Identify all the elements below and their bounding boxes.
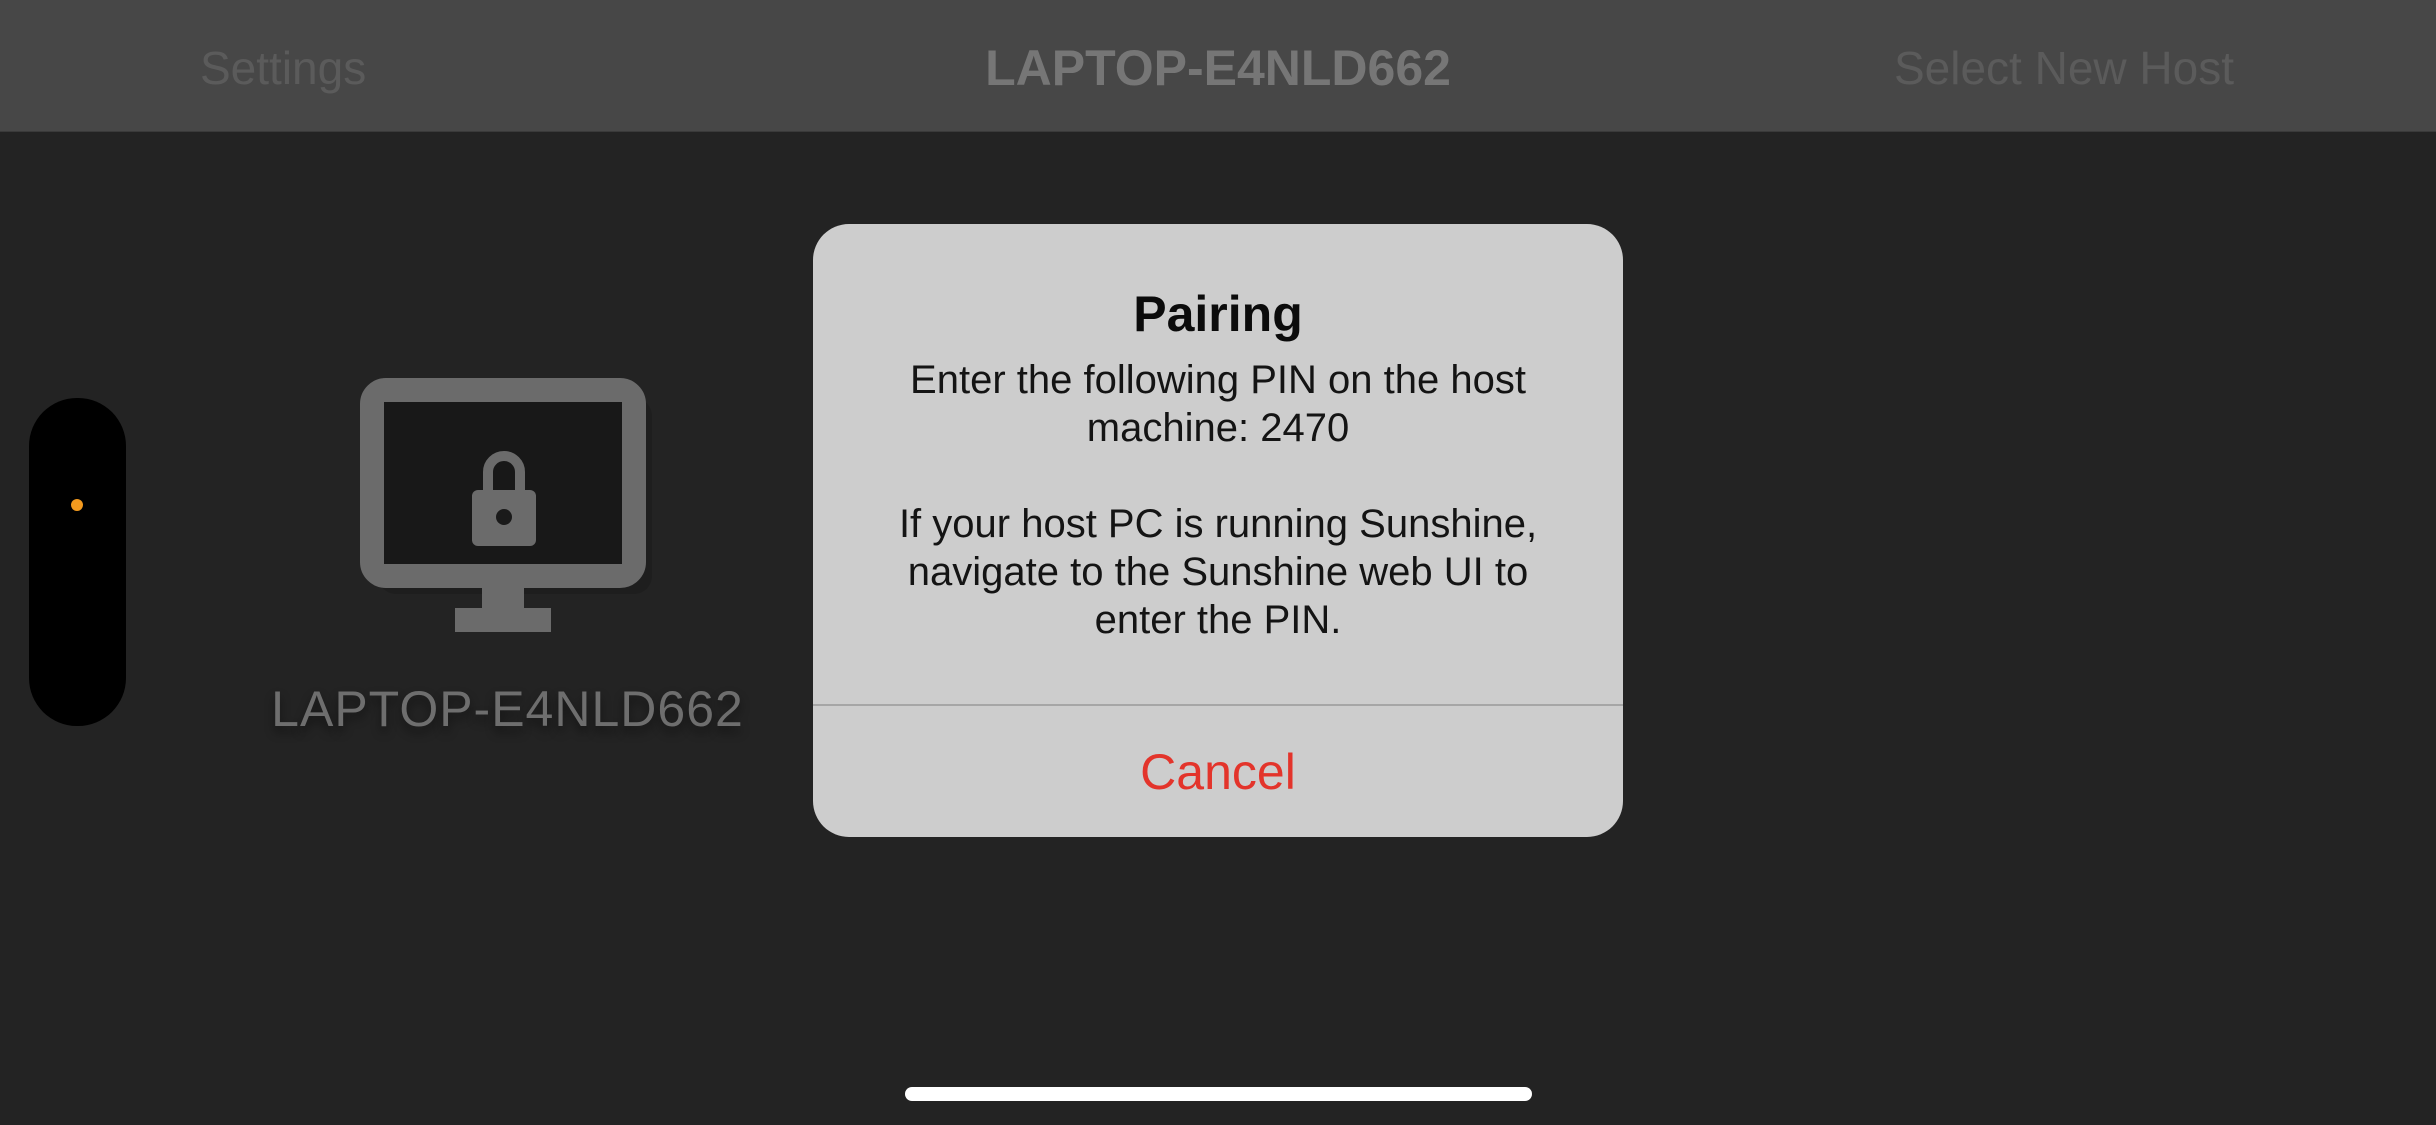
camera-indicator-dot	[71, 499, 83, 511]
pairing-alert: Pairing Enter the following PIN on the h…	[813, 224, 1623, 837]
alert-message: Enter the following PIN on the host mach…	[898, 358, 1538, 642]
locked-monitor-icon	[360, 378, 652, 632]
camera-notch	[29, 398, 126, 726]
alert-title: Pairing	[1133, 286, 1303, 342]
host-name-label: LAPTOP-E4NLD662	[271, 681, 744, 737]
home-indicator[interactable]	[905, 1087, 1532, 1101]
select-new-host-button[interactable]: Select New Host	[1894, 40, 2234, 96]
host-tile[interactable]: LAPTOP-E4NLD662	[250, 360, 765, 750]
navigation-bar: Settings LAPTOP-E4NLD662 Select New Host	[0, 0, 2436, 132]
cancel-button[interactable]: Cancel	[813, 706, 1623, 837]
